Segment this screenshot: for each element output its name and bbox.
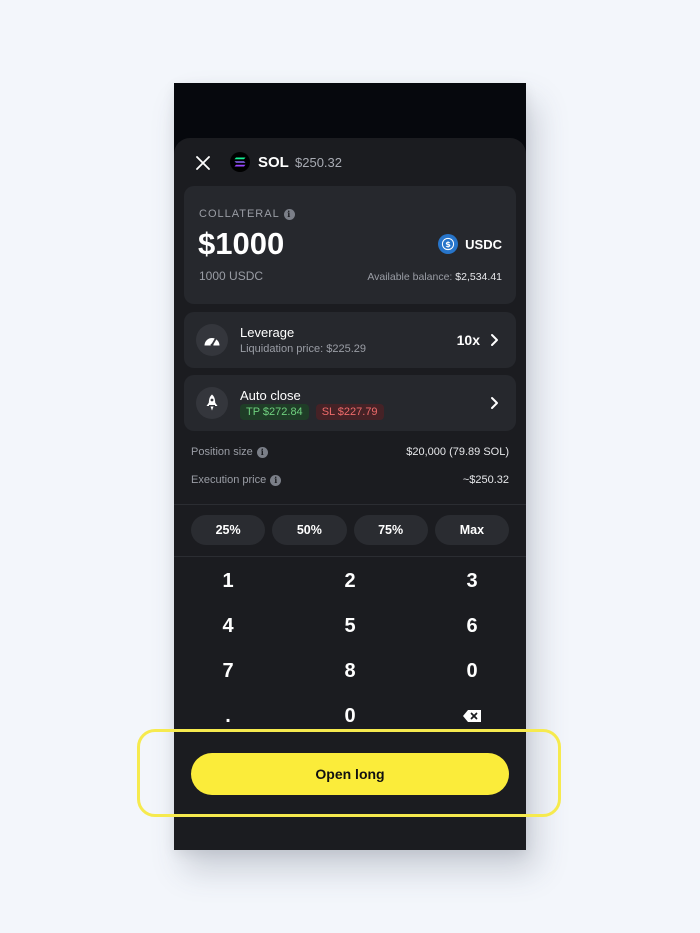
available-balance: Available balance: $2,534.41 <box>367 271 502 283</box>
percent-50-button[interactable]: 50% <box>272 515 347 545</box>
key-0-right[interactable]: 0 <box>422 651 522 691</box>
auto-close-tags: TP $272.84 SL $227.79 <box>240 404 384 420</box>
auto-close-title: Auto close <box>240 388 301 403</box>
stop-loss-badge: SL $227.79 <box>315 404 384 420</box>
leverage-row[interactable]: Leverage Liquidation price: $225.29 10x <box>184 312 516 368</box>
auto-close-row[interactable]: Auto close TP $272.84 SL $227.79 <box>184 375 516 431</box>
collateral-card[interactable]: COLLATERAL i $1000 1000 USDC $ USDC Avail… <box>184 186 516 304</box>
collateral-amount: $1000 <box>198 226 285 261</box>
currency-label: USDC <box>465 236 502 252</box>
svg-text:$: $ <box>445 240 451 249</box>
leverage-title: Leverage <box>240 325 295 340</box>
liquidation-price: Liquidation price: $225.29 <box>240 343 366 355</box>
rocket-icon <box>196 387 228 419</box>
percent-buttons: 25% 50% 75% Max <box>191 515 509 545</box>
take-profit-badge: TP $272.84 <box>240 404 309 420</box>
collateral-sub-amount: 1000 USDC <box>199 269 264 283</box>
key-6[interactable]: 6 <box>422 606 522 646</box>
close-icon <box>196 156 210 170</box>
key-5[interactable]: 5 <box>300 606 400 646</box>
info-icon[interactable]: i <box>283 208 295 220</box>
collateral-label: COLLATERAL i <box>199 208 295 220</box>
execution-price-value: ~$250.32 <box>462 474 509 486</box>
percent-25-button[interactable]: 25% <box>191 515 266 545</box>
speedometer-icon <box>196 324 228 356</box>
info-icon[interactable]: i <box>256 446 268 458</box>
token-name: SOL <box>258 154 289 171</box>
key-7[interactable]: 7 <box>178 651 278 691</box>
chevron-right-icon <box>491 397 498 409</box>
token-price: $250.32 <box>295 155 342 170</box>
key-8[interactable]: 8 <box>300 651 400 691</box>
key-1[interactable]: 1 <box>178 561 278 601</box>
info-icon[interactable]: i <box>270 474 282 486</box>
key-2[interactable]: 2 <box>300 561 400 601</box>
key-4[interactable]: 4 <box>178 606 278 646</box>
header: SOL $250.32 <box>174 138 526 186</box>
divider <box>174 504 526 505</box>
execution-price-row: Execution price i ~$250.32 <box>191 474 509 486</box>
leverage-value: 10x <box>456 332 480 348</box>
divider <box>174 556 526 557</box>
highlight-outline <box>137 729 561 817</box>
position-size-value: $20,000 (79.89 SOL) <box>406 446 509 458</box>
key-3[interactable]: 3 <box>422 561 522 601</box>
percent-75-button[interactable]: 75% <box>353 515 428 545</box>
chevron-right-icon <box>491 334 498 346</box>
backspace-icon <box>463 710 481 722</box>
usdc-logo-icon: $ <box>438 234 459 254</box>
close-button[interactable] <box>192 152 214 174</box>
solana-logo-icon <box>230 152 250 172</box>
currency-selector[interactable]: $ USDC <box>438 234 502 254</box>
position-size-row: Position size i $20,000 (79.89 SOL) <box>191 446 509 458</box>
max-button[interactable]: Max <box>434 515 509 545</box>
